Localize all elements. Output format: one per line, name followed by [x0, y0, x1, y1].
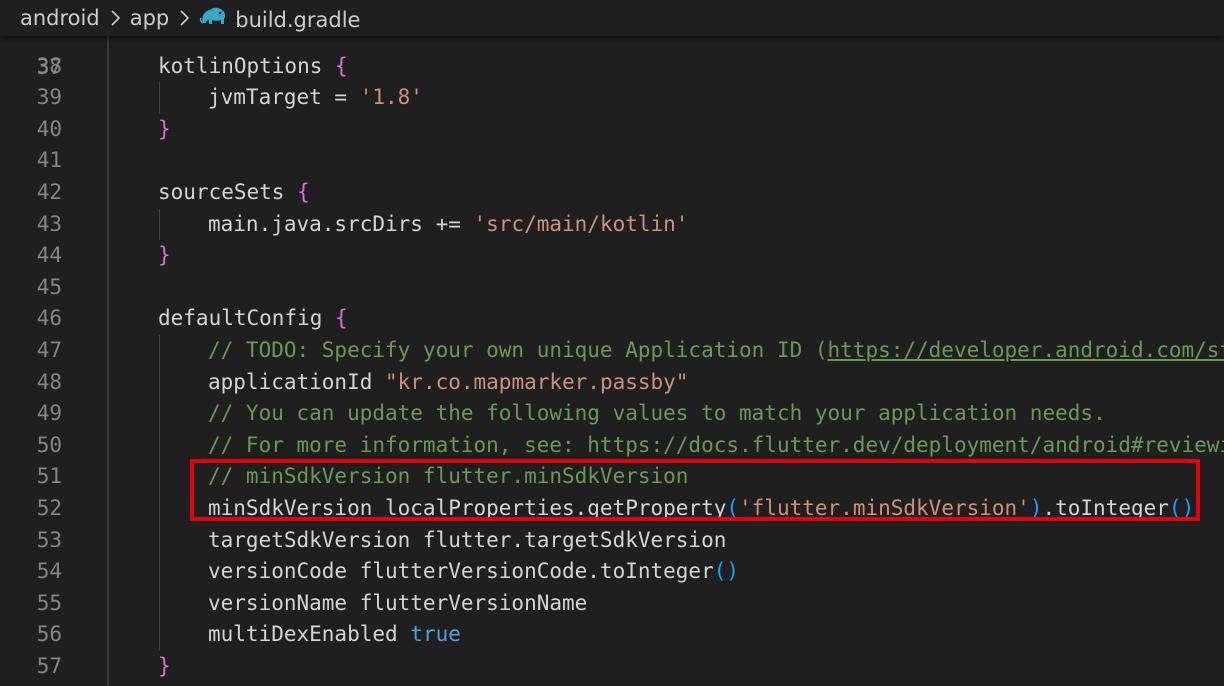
- code-line: 44}: [0, 240, 1224, 272]
- code-token: minSdkVersion localProperties.getPropert…: [208, 495, 727, 520]
- code-token: kotlinOptions: [158, 53, 336, 78]
- code-token: }: [158, 653, 171, 678]
- code-token: true: [410, 622, 461, 647]
- code-line: 53 targetSdkVersion flutter.targetSdkVers…: [0, 525, 1224, 557]
- code-text: versionName flutterVersionName: [208, 588, 587, 620]
- code-text: }: [158, 114, 171, 146]
- code-line: 48 applicationId "kr.co.mapmarker.passby": [0, 367, 1224, 399]
- code-line: 39 jvmTarget = '1.8': [0, 82, 1224, 114]
- code-line: 47 // TODO: Specify your own unique Appli…: [0, 335, 1224, 367]
- code-token: 'src/main/kotlin': [473, 211, 689, 236]
- code-token: }: [158, 116, 171, 141]
- breadcrumb-item-app[interactable]: app: [130, 6, 170, 30]
- chevron-right-icon: [178, 9, 190, 27]
- code-line: 43 main.java.srcDirs += 'src/main/kotlin': [0, 209, 1224, 241]
- code-text: defaultConfig {: [158, 303, 348, 335]
- code-token: "kr.co.mapmarker.passby": [385, 369, 689, 394]
- code-token: main.java.srcDirs +=: [208, 211, 474, 236]
- code-text: }: [158, 240, 171, 272]
- code-text: minSdkVersion localProperties.getPropert…: [208, 493, 1194, 525]
- line-number: 38: [36, 53, 62, 78]
- code-text: // You can update the following values t…: [208, 398, 1106, 430]
- code-token: targetSdkVersion flutter.targetSdkVersio…: [208, 527, 727, 552]
- line-number: 53: [36, 527, 62, 552]
- code-line: 40}: [0, 114, 1224, 146]
- line-number: 46: [36, 306, 62, 331]
- code-line: 49 // You can update the following values…: [0, 398, 1224, 430]
- code-line: 46 defaultConfig {: [0, 303, 1224, 335]
- code-token: multiDexEnabled: [208, 622, 411, 647]
- line-number: 57: [36, 653, 62, 678]
- code-text: main.java.srcDirs += 'src/main/kotlin': [208, 209, 688, 241]
- code-editor[interactable]: 37 38 kotlinOptions {39 jvmTarget = '1.8' 4…: [0, 0, 1224, 686]
- code-line: 41: [0, 145, 1224, 177]
- code-token: .toInteger: [1042, 495, 1169, 520]
- breadcrumb-file-label: build.gradle: [235, 7, 361, 32]
- code-token: defaultConfig: [158, 306, 336, 331]
- code-text: // For more information, see: https://do…: [208, 430, 1224, 462]
- line-number: 51: [36, 464, 62, 489]
- code-token: (: [726, 495, 740, 520]
- line-number: 50: [36, 432, 62, 457]
- code-line: 45: [0, 272, 1224, 304]
- gradle-elephant-icon: [199, 5, 227, 27]
- breadcrumb-item-build-gradle[interactable]: build.gradle: [199, 5, 360, 32]
- code-token: (): [713, 559, 740, 584]
- breadcrumb: android app build.gradle: [0, 0, 1224, 36]
- line-number: 54: [36, 559, 62, 584]
- line-number: 55: [36, 590, 62, 615]
- code-token: ): [1029, 495, 1043, 520]
- breadcrumb-item-android[interactable]: android: [20, 6, 100, 30]
- code-line: 50 // For more information, see: https://…: [0, 430, 1224, 462]
- code-token: // For more information, see: https://do…: [208, 432, 1224, 457]
- line-number: 42: [36, 179, 62, 204]
- code-token: 'flutter.minSdkVersion': [739, 495, 1030, 520]
- code-text: kotlinOptions {: [158, 51, 348, 83]
- code-line: 57}: [0, 651, 1224, 683]
- chevron-right-icon: [109, 9, 121, 27]
- line-number: 40: [36, 116, 62, 141]
- code-line: 54 versionCode flutterVersionCode.toInteg…: [0, 556, 1224, 588]
- code-text: // TODO: Specify your own unique Applica…: [208, 335, 1224, 367]
- code-text: sourceSets {: [158, 177, 310, 209]
- code-token: sourceSets: [158, 179, 298, 204]
- line-number: 52: [36, 495, 62, 520]
- line-number: 39: [36, 85, 62, 110]
- code-line: 42 sourceSets {: [0, 177, 1224, 209]
- code-token: {: [297, 179, 310, 204]
- line-number: 49: [36, 401, 62, 426]
- code-token: {: [335, 53, 348, 78]
- line-number: 56: [36, 622, 62, 647]
- code-line: 56 multiDexEnabled true: [0, 619, 1224, 651]
- code-line: 52 minSdkVersion localProperties.getPrope…: [0, 493, 1224, 525]
- code-token: '1.8': [359, 85, 423, 110]
- code-text: multiDexEnabled true: [208, 619, 461, 651]
- line-number: 48: [36, 369, 62, 394]
- code-token: {: [335, 306, 348, 331]
- code-text: targetSdkVersion flutter.targetSdkVersio…: [208, 525, 726, 557]
- line-number: 43: [36, 211, 62, 236]
- line-number: 47: [36, 337, 62, 362]
- code-token: jvmTarget =: [208, 85, 360, 110]
- code-token: versionName flutterVersionName: [208, 590, 588, 615]
- code-token: // You can update the following values t…: [208, 401, 1106, 426]
- code-token: applicationId: [208, 369, 386, 394]
- code-text: }: [158, 651, 171, 683]
- code-token: }: [158, 243, 171, 268]
- code-text: versionCode flutterVersionCode.toInteger…: [208, 556, 739, 588]
- code-line: 55 versionName flutterVersionName: [0, 588, 1224, 620]
- code-text: jvmTarget = '1.8': [208, 82, 423, 114]
- code-token: versionCode flutterVersionCode.toInteger: [208, 559, 714, 584]
- code-line: 51 // minSdkVersion flutter.minSdkVersion: [0, 461, 1224, 493]
- code-token: // TODO: Specify your own unique Applica…: [208, 337, 828, 362]
- line-number: 45: [36, 274, 62, 299]
- line-number: 44: [36, 243, 62, 268]
- code-token: // minSdkVersion flutter.minSdkVersion: [208, 464, 689, 489]
- line-number: 41: [36, 148, 62, 173]
- code-text: applicationId "kr.co.mapmarker.passby": [208, 367, 688, 399]
- code-token[interactable]: https://developer.android.com/st: [828, 338, 1224, 362]
- code-text: // minSdkVersion flutter.minSdkVersion: [208, 461, 688, 493]
- code-line: 38 kotlinOptions {: [0, 51, 1224, 83]
- code-token: (): [1168, 495, 1195, 520]
